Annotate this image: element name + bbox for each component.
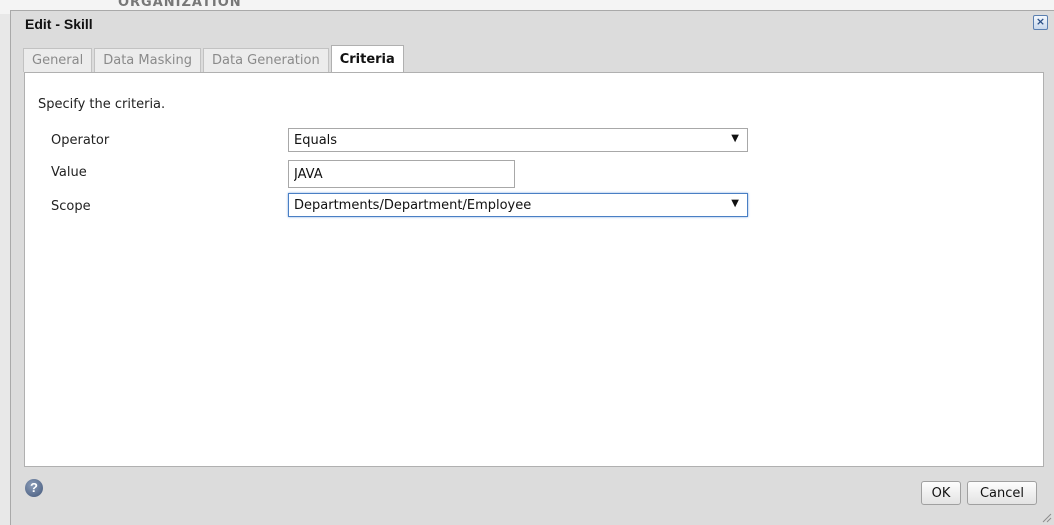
operator-selected-value: Equals: [294, 133, 338, 148]
tab-bar: General Data Masking Data Generation Cri…: [23, 45, 406, 73]
help-icon[interactable]: ?: [25, 479, 43, 497]
operator-label: Operator: [51, 133, 110, 148]
scope-select[interactable]: Departments/Department/Employee ▼: [288, 193, 748, 217]
scope-selected-value: Departments/Department/Employee: [294, 198, 532, 213]
tab-criteria[interactable]: Criteria: [330, 45, 404, 73]
dropdown-arrow-icon: ▼: [731, 198, 739, 209]
value-label: Value: [51, 165, 87, 180]
scope-label: Scope: [51, 199, 91, 214]
tab-data-generation[interactable]: Data Generation: [203, 48, 329, 72]
background-partial-text: ORGANIZATION: [118, 0, 242, 10]
edit-skill-dialog: Edit - Skill × General Data Masking Data…: [10, 10, 1054, 525]
resize-grip-icon[interactable]: [1040, 511, 1052, 523]
criteria-instruction: Specify the criteria.: [38, 97, 166, 112]
tab-general[interactable]: General: [23, 48, 93, 72]
ok-button[interactable]: OK: [921, 481, 961, 505]
value-input[interactable]: [288, 160, 515, 188]
dropdown-arrow-icon: ▼: [731, 133, 739, 144]
tab-data-masking[interactable]: Data Masking: [94, 48, 201, 72]
dialog-title: Edit - Skill: [25, 16, 93, 32]
dialog-titlebar[interactable]: Edit - Skill ×: [11, 11, 1054, 43]
cancel-button[interactable]: Cancel: [967, 481, 1037, 505]
operator-select[interactable]: Equals ▼: [288, 128, 748, 152]
criteria-panel: Specify the criteria. Operator Equals ▼ …: [24, 72, 1044, 467]
close-icon[interactable]: ×: [1033, 15, 1048, 30]
